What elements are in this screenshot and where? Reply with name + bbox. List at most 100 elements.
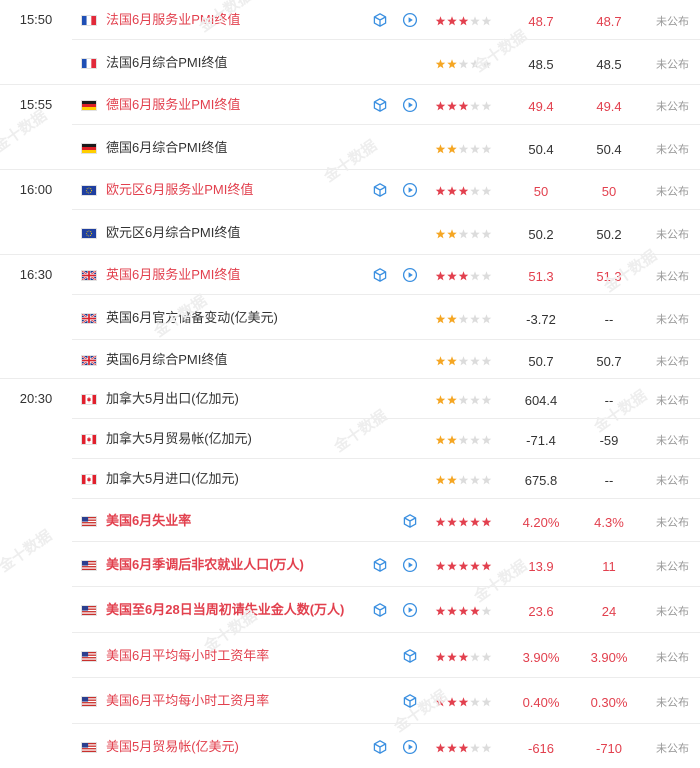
star-icon (470, 16, 480, 26)
event-name[interactable]: 美国6月季调后非农就业人口(万人) (106, 553, 304, 577)
importance-stars (435, 516, 493, 528)
table-row[interactable]: 欧元区6月综合PMI终值 50.2 50.2 未公布 (0, 210, 700, 255)
star-icon (447, 271, 457, 281)
star-icon (470, 743, 480, 753)
event-name[interactable]: 美国至6月28日当周初请失业金人数(万人) (106, 598, 344, 622)
table-row[interactable]: 加拿大5月贸易帐(亿加元) -71.4 -59 未公布 (0, 419, 700, 459)
star-icon (470, 314, 480, 324)
table-row[interactable]: 英国6月官方储备变动(亿美元) -3.72 -- 未公布 (0, 295, 700, 340)
play-circle-icon[interactable] (402, 557, 418, 573)
event-name[interactable]: 法国6月服务业PMI终值 (106, 8, 240, 32)
flag-ca-icon (81, 474, 97, 485)
event-time: 16:00 (19, 182, 53, 197)
previous-value: 23.6 (528, 604, 554, 619)
event-name[interactable]: 美国6月平均每小时工资月率 (106, 689, 269, 713)
table-row[interactable]: 加拿大5月进口(亿加元) 675.8 -- 未公布 (0, 459, 700, 499)
star-icon (481, 59, 492, 69)
table-row[interactable]: 英国6月综合PMI终值 50.7 50.7 未公布 (0, 340, 700, 379)
table-row[interactable]: 美国至6月28日当周初请失业金人数(万人) 23.6 24 未公布 (0, 587, 700, 633)
cube-icon[interactable] (402, 648, 418, 664)
table-row[interactable]: 美国6月季调后非农就业人口(万人) 13.9 11 未公布 (0, 542, 700, 587)
table-row[interactable]: 美国6月平均每小时工资月率 0.40% 0.30% 未公布 (0, 678, 700, 724)
star-icon (481, 561, 492, 571)
event-name[interactable]: 欧元区6月综合PMI终值 (106, 221, 240, 245)
star-icon (458, 743, 469, 753)
flag-us-icon (81, 651, 97, 662)
event-name[interactable]: 美国6月失业率 (106, 509, 191, 533)
event-time: 15:55 (19, 97, 53, 112)
event-name[interactable]: 加拿大5月出口(亿加元) (106, 387, 239, 411)
star-icon (458, 101, 469, 111)
star-icon (458, 652, 469, 662)
star-icon (470, 697, 480, 707)
cube-icon[interactable] (372, 557, 388, 573)
table-row[interactable]: 16:00 欧元区6月服务业PMI终值 50 50 未公布 (0, 170, 700, 210)
table-row[interactable]: 20:30 加拿大5月出口(亿加元) 604.4 -- 未公布 (0, 379, 700, 419)
star-icon (435, 475, 446, 485)
cube-icon[interactable] (372, 602, 388, 618)
table-row[interactable]: 15:55 德国6月服务业PMI终值 49.4 49.4 未公布 (0, 85, 700, 125)
cube-icon[interactable] (372, 267, 388, 283)
forecast-value: 50.7 (596, 354, 622, 369)
flag-eu-icon (81, 185, 97, 196)
event-name[interactable]: 美国6月平均每小时工资年率 (106, 644, 269, 668)
star-icon (447, 144, 457, 154)
importance-stars (435, 474, 493, 486)
play-circle-icon[interactable] (402, 182, 418, 198)
star-icon (447, 186, 457, 196)
table-row[interactable]: 美国6月平均每小时工资年率 3.90% 3.90% 未公布 (0, 633, 700, 678)
event-name[interactable]: 英国6月综合PMI终值 (106, 348, 227, 372)
status-badge: 未公布 (656, 395, 689, 407)
cube-icon[interactable] (372, 182, 388, 198)
cube-icon[interactable] (402, 693, 418, 709)
flag-eu-icon (81, 228, 97, 239)
play-circle-icon[interactable] (402, 739, 418, 755)
event-name[interactable]: 美国5月贸易帐(亿美元) (106, 735, 239, 759)
table-row[interactable]: 美国6月失业率 4.20% 4.3% 未公布 (0, 499, 700, 542)
play-circle-icon[interactable] (402, 602, 418, 618)
cube-icon[interactable] (372, 739, 388, 755)
star-icon (447, 697, 457, 707)
cube-icon[interactable] (372, 12, 388, 28)
event-name[interactable]: 加拿大5月贸易帐(亿加元) (106, 427, 252, 451)
previous-value: 48.7 (528, 14, 554, 29)
table-row[interactable]: 15:50 法国6月服务业PMI终值 48.7 48.7 未公布 (0, 0, 700, 40)
star-icon (470, 606, 480, 616)
status-badge: 未公布 (656, 475, 689, 487)
status-badge: 未公布 (656, 59, 689, 71)
table-row[interactable]: 法国6月综合PMI终值 48.5 48.5 未公布 (0, 40, 700, 85)
importance-stars (435, 15, 493, 27)
event-name[interactable]: 欧元区6月服务业PMI终值 (106, 178, 253, 202)
play-circle-icon[interactable] (402, 12, 418, 28)
status-badge: 未公布 (656, 561, 689, 573)
importance-stars (435, 58, 493, 70)
event-name[interactable]: 加拿大5月进口(亿加元) (106, 467, 239, 491)
importance-stars (435, 605, 493, 617)
star-icon (435, 144, 446, 154)
star-icon (481, 697, 492, 707)
cube-icon[interactable] (372, 97, 388, 113)
table-row[interactable]: 美国5月贸易帐(亿美元) -616 -710 未公布 (0, 724, 700, 768)
star-icon (447, 475, 457, 485)
event-name[interactable]: 法国6月综合PMI终值 (106, 51, 227, 75)
event-name[interactable]: 英国6月服务业PMI终值 (106, 263, 240, 287)
previous-value: -3.72 (526, 312, 556, 327)
status-badge: 未公布 (656, 101, 689, 113)
forecast-value: 11 (602, 559, 616, 574)
forecast-value: -710 (595, 741, 623, 756)
table-row[interactable]: 16:30 英国6月服务业PMI终值 51.3 51.3 未公布 (0, 255, 700, 295)
flag-us-icon (81, 560, 97, 571)
star-icon (481, 652, 492, 662)
previous-value: -616 (527, 741, 555, 756)
event-name[interactable]: 德国6月服务业PMI终值 (106, 93, 240, 117)
status-badge: 未公布 (656, 435, 689, 447)
play-circle-icon[interactable] (402, 267, 418, 283)
table-row[interactable]: 德国6月综合PMI终值 50.4 50.4 未公布 (0, 125, 700, 170)
cube-icon[interactable] (402, 513, 418, 529)
event-name[interactable]: 英国6月官方储备变动(亿美元) (106, 306, 278, 330)
event-name[interactable]: 德国6月综合PMI终值 (106, 136, 227, 160)
play-circle-icon[interactable] (402, 97, 418, 113)
status-badge: 未公布 (656, 743, 689, 755)
star-icon (435, 435, 446, 445)
importance-stars (435, 100, 493, 112)
